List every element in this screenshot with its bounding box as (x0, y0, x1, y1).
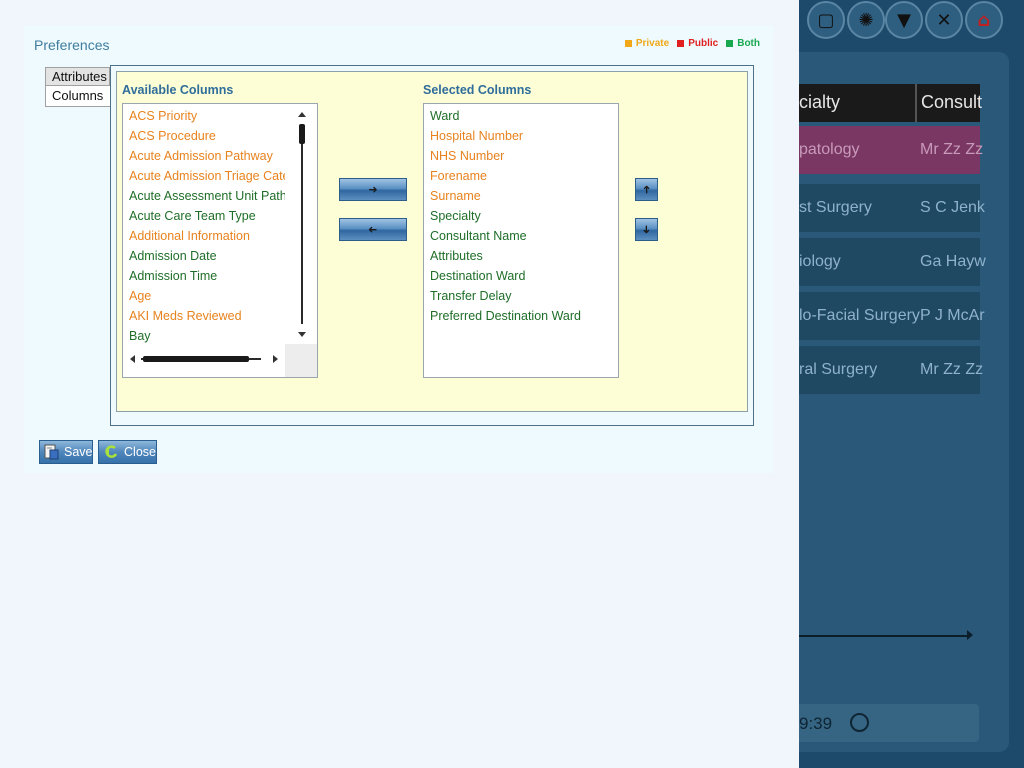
list-item[interactable]: Age (123, 288, 285, 308)
list-item[interactable]: Surname (424, 188, 614, 208)
scroll-left-icon[interactable] (130, 355, 135, 363)
grid-header-consultant[interactable]: Consult (921, 92, 982, 113)
legend-private: Private (624, 38, 670, 49)
tab-attributes[interactable]: Attributes (45, 67, 110, 87)
grid-cell-consultant: Mr Zz Zz (920, 361, 984, 378)
globe-icon[interactable]: ✺ (847, 1, 885, 39)
selected-columns-items: Ward Hospital Number NHS Number Forename Sur… (424, 108, 614, 328)
remove-column-button[interactable]: ➜ (339, 218, 407, 241)
grid-cell-specialty: patology (799, 141, 860, 158)
close-button[interactable]: Close (98, 440, 157, 464)
columns-panel: Available Columns Selected Columns ACS P… (116, 71, 748, 412)
available-columns-list[interactable]: ACS Priority ACS Procedure Acute Admission… (122, 103, 318, 378)
grid-horizontal-scrollbar[interactable] (799, 635, 969, 637)
background-application: ▢ ✺ ▼ ✕ ⌂ cialty Consult patology Mr Zz … (799, 0, 1024, 768)
list-item[interactable]: ACS Procedure (123, 128, 285, 148)
legend-both-label: Both (737, 38, 760, 49)
move-down-button[interactable]: ➜ (635, 218, 658, 241)
list-item[interactable]: AKI Meds Reviewed (123, 308, 285, 328)
list-item[interactable]: Forename (424, 168, 614, 188)
scrollbar-corner (285, 344, 317, 377)
home-icon[interactable]: ⌂ (965, 1, 1003, 39)
list-item[interactable]: Consultant Name (424, 228, 614, 248)
close-button-label: Close (124, 445, 156, 459)
filter-icon[interactable]: ▼ (885, 1, 923, 39)
available-columns-items: ACS Priority ACS Procedure Acute Admission… (123, 108, 285, 348)
grid-cell-specialty: iology (799, 253, 841, 270)
list-item[interactable]: Acute Care Team Type (123, 208, 285, 228)
vertical-scroll-track[interactable] (301, 124, 303, 324)
list-item[interactable]: Admission Time (123, 268, 285, 288)
selected-columns-label: Selected Columns (423, 83, 532, 97)
list-item[interactable]: Acute Assessment Unit Pathw (123, 188, 285, 208)
private-swatch-icon (624, 40, 632, 47)
save-icon (44, 444, 59, 461)
grid-cell-consultant: Mr Zz Zz (920, 141, 984, 158)
grid-cell-consultant: S C Jenk (920, 199, 985, 216)
selected-columns-list[interactable]: Ward Hospital Number NHS Number Forename Sur… (423, 103, 619, 378)
tab-columns[interactable]: Columns (45, 85, 110, 107)
grid-row[interactable]: ral Surgery Mr Zz Zz (799, 346, 984, 394)
grid-header: cialty Consult (799, 84, 982, 122)
clipboard-icon[interactable]: ▢ (807, 1, 845, 39)
arrow-down-icon: ➜ (640, 224, 653, 235)
list-item[interactable]: Preferred Destination Ward (424, 308, 614, 328)
grid-cell-specialty: lo-Facial Surgery (799, 307, 920, 324)
status-time: 9:39 (799, 714, 833, 733)
legend-both: Both (726, 38, 760, 49)
list-item[interactable]: Specialty (424, 208, 614, 228)
preferences-dialog: Preferences Private Public Both Attribut… (24, 25, 774, 473)
grid-row[interactable]: st Surgery S C Jenk (799, 184, 985, 232)
save-button-label: Save (64, 445, 93, 459)
available-columns-label: Available Columns (122, 83, 234, 97)
list-item[interactable]: ACS Priority (123, 108, 285, 128)
list-item[interactable]: Attributes (424, 248, 614, 268)
grid-cell-specialty: st Surgery (799, 199, 872, 216)
add-column-button[interactable]: ➜ (339, 178, 407, 201)
grid-cell-consultant: Ga Hayw (920, 253, 986, 270)
horizontal-scroll-thumb[interactable] (143, 356, 249, 362)
list-item[interactable]: NHS Number (424, 148, 614, 168)
vertical-scrollbar[interactable] (289, 104, 317, 344)
scroll-down-icon[interactable] (298, 332, 306, 337)
list-item[interactable]: Acute Admission Pathway (123, 148, 285, 168)
grid-row[interactable]: lo-Facial Surgery P J McAr (799, 292, 985, 340)
grid-header-divider (915, 84, 917, 122)
arrow-up-icon: ➜ (640, 184, 653, 195)
list-item[interactable]: Transfer Delay (424, 288, 614, 308)
move-up-button[interactable]: ➜ (635, 178, 658, 201)
status-bar: 9:39 (799, 704, 979, 742)
scroll-right-icon[interactable] (967, 630, 973, 640)
tab-panel: Available Columns Selected Columns ACS P… (110, 65, 754, 426)
legend-public-label: Public (688, 38, 719, 49)
background-panel: cialty Consult patology Mr Zz Zz st Surg… (799, 52, 1009, 752)
grid-cell-specialty: ral Surgery (799, 361, 878, 378)
scroll-up-icon[interactable] (298, 112, 306, 117)
grid-cell-consultant: P J McAr (920, 307, 985, 324)
status-indicator-icon[interactable] (850, 713, 869, 732)
scroll-right-icon[interactable] (273, 355, 278, 363)
list-item[interactable]: Acute Admission Triage Categ (123, 168, 285, 188)
vertical-scroll-thumb[interactable] (299, 124, 305, 144)
arrow-left-icon: ➜ (368, 223, 378, 236)
arrow-right-icon: ➜ (368, 183, 378, 196)
clear-icon[interactable]: ✕ (925, 1, 963, 39)
list-item[interactable]: Ward (424, 108, 614, 128)
grid-row[interactable]: iology Ga Hayw (799, 238, 986, 286)
legend-private-label: Private (635, 38, 670, 49)
grid-header-specialty[interactable]: cialty (799, 92, 840, 113)
grid-row[interactable]: patology Mr Zz Zz (799, 126, 984, 174)
legend-public: Public (677, 38, 718, 49)
list-item[interactable]: Additional Information (123, 228, 285, 248)
close-icon (103, 444, 119, 461)
list-item[interactable]: Destination Ward (424, 268, 614, 288)
both-swatch-icon (726, 40, 734, 47)
public-swatch-icon (677, 40, 685, 47)
horizontal-scrollbar[interactable] (123, 344, 285, 374)
save-button[interactable]: Save (39, 440, 93, 464)
list-item[interactable]: Admission Date (123, 248, 285, 268)
list-item[interactable]: Hospital Number (424, 128, 614, 148)
dialog-title: Preferences (34, 37, 110, 53)
column-type-legend: Private Public Both (624, 38, 760, 49)
